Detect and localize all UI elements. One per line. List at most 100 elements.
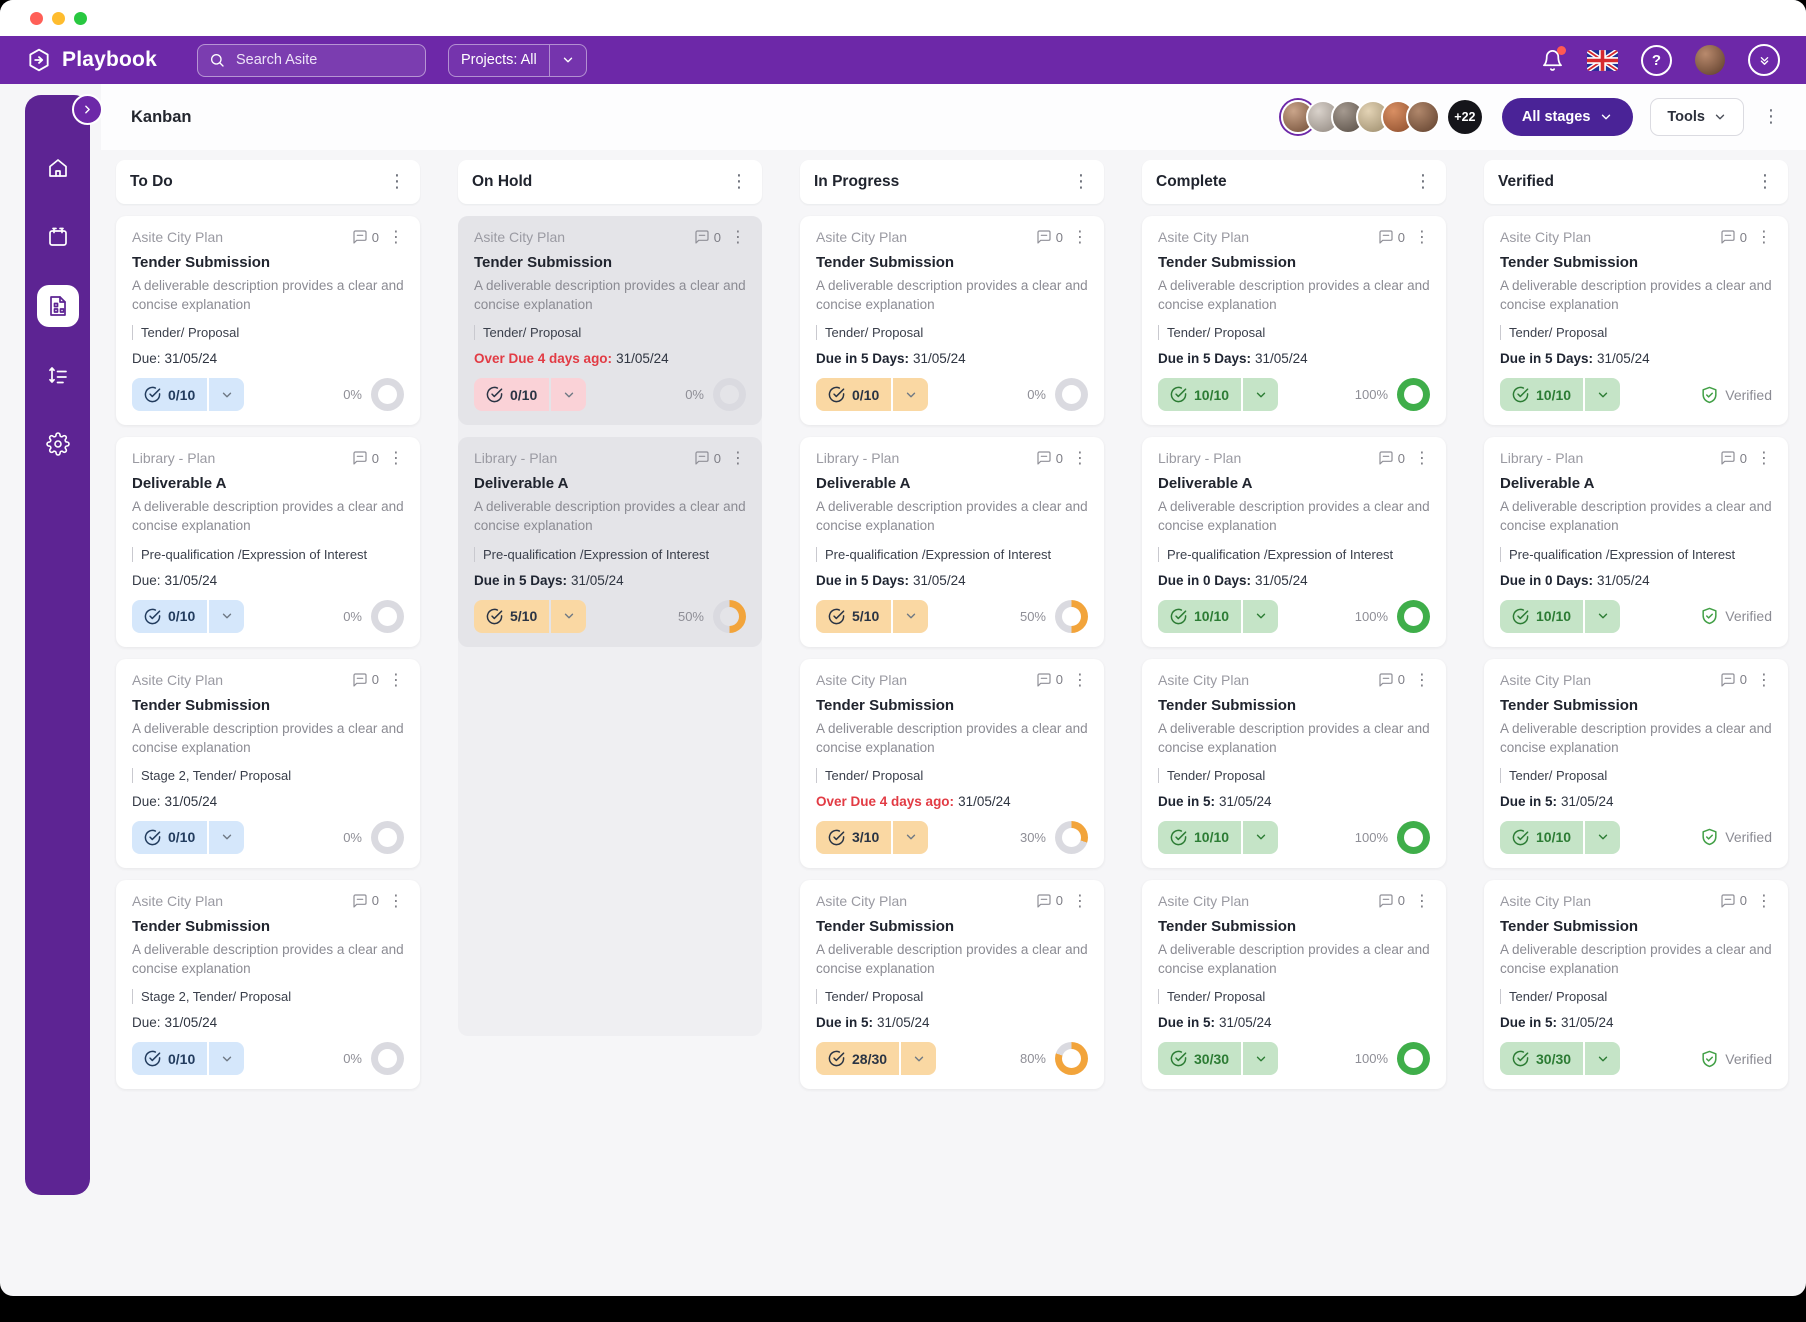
card-menu-button[interactable]: ⋮ — [1072, 892, 1088, 909]
progress-chip[interactable]: 0/10 — [132, 599, 245, 633]
comments-indicator[interactable]: 0 — [1036, 893, 1063, 909]
comments-indicator[interactable]: 0 — [1720, 450, 1747, 466]
card-menu-button[interactable]: ⋮ — [388, 892, 404, 909]
chip-caret-button[interactable] — [1585, 1042, 1621, 1076]
chip-caret-button[interactable] — [551, 378, 587, 412]
column-menu-button[interactable]: ⋮ — [1414, 173, 1432, 191]
kanban-card[interactable]: Asite City Plan 0 ⋮ Tender Submission A … — [116, 658, 420, 868]
column-menu-button[interactable]: ⋮ — [1756, 173, 1774, 191]
chip-caret-button[interactable] — [893, 599, 929, 633]
comments-indicator[interactable]: 0 — [694, 229, 721, 245]
projects-filter-dropdown[interactable]: Projects: All — [447, 43, 587, 77]
comments-indicator[interactable]: 0 — [694, 450, 721, 466]
chip-caret-button[interactable] — [209, 820, 245, 854]
card-menu-button[interactable]: ⋮ — [1756, 229, 1772, 245]
card-menu-button[interactable]: ⋮ — [1072, 229, 1088, 245]
comments-indicator[interactable]: 0 — [1720, 893, 1747, 909]
sidebar-item-tasklist[interactable] — [37, 354, 79, 396]
avatar-overflow-badge[interactable]: +22 — [1447, 100, 1482, 134]
kanban-card[interactable]: Asite City Plan 0 ⋮ Tender Submission A … — [1142, 879, 1446, 1090]
chip-caret-button[interactable] — [1243, 599, 1279, 633]
help-button[interactable]: ? — [1641, 44, 1672, 76]
card-menu-button[interactable]: ⋮ — [1414, 892, 1430, 909]
collapse-topbar-button[interactable] — [1748, 44, 1780, 76]
comments-indicator[interactable]: 0 — [1036, 672, 1063, 688]
chip-caret-button[interactable] — [209, 378, 245, 412]
sidebar-expand-button[interactable] — [72, 94, 103, 125]
sidebar-item-calendar[interactable] — [37, 216, 79, 258]
user-avatar[interactable] — [1695, 45, 1725, 75]
card-menu-button[interactable]: ⋮ — [1414, 450, 1430, 466]
kanban-card[interactable]: Library - Plan 0 ⋮ Deliverable A A deliv… — [116, 437, 420, 647]
comments-indicator[interactable]: 0 — [1378, 229, 1405, 245]
chip-caret-button[interactable] — [209, 599, 245, 633]
progress-chip[interactable]: 30/30 — [1500, 1042, 1621, 1076]
chip-caret-button[interactable] — [893, 820, 929, 854]
all-stages-dropdown[interactable]: All stages — [1501, 98, 1634, 136]
search-input[interactable] — [233, 51, 388, 69]
kanban-card[interactable]: Asite City Plan 0 ⋮ Tender Submission A … — [1484, 658, 1788, 868]
minimize-button[interactable] — [52, 11, 65, 25]
card-menu-button[interactable]: ⋮ — [388, 229, 404, 245]
kanban-card[interactable]: Library - Plan 0 ⋮ Deliverable A A deliv… — [1484, 437, 1788, 647]
card-menu-button[interactable]: ⋮ — [1756, 450, 1772, 466]
search-box[interactable] — [196, 43, 426, 77]
kanban-card[interactable]: Asite City Plan 0 ⋮ Tender Submission A … — [1484, 216, 1788, 426]
progress-chip[interactable]: 5/10 — [816, 599, 929, 633]
kanban-card[interactable]: Asite City Plan 0 ⋮ Tender Submission A … — [458, 216, 762, 426]
chip-caret-button[interactable] — [901, 1042, 937, 1076]
kanban-card[interactable]: Library - Plan 0 ⋮ Deliverable A A deliv… — [1142, 437, 1446, 647]
chip-caret-button[interactable] — [209, 1042, 245, 1076]
progress-chip[interactable]: 30/30 — [1158, 1042, 1279, 1076]
column-menu-button[interactable]: ⋮ — [1072, 173, 1090, 191]
progress-chip[interactable]: 10/10 — [1158, 820, 1279, 854]
chip-caret-button[interactable] — [1243, 1042, 1279, 1076]
card-menu-button[interactable]: ⋮ — [1072, 450, 1088, 466]
progress-chip[interactable]: 10/10 — [1500, 599, 1621, 633]
chip-caret-button[interactable] — [1585, 599, 1621, 633]
progress-chip[interactable]: 0/10 — [132, 1042, 245, 1076]
kanban-card[interactable]: Asite City Plan 0 ⋮ Tender Submission A … — [116, 216, 420, 426]
sidebar-item-settings[interactable] — [37, 423, 79, 465]
progress-chip[interactable]: 0/10 — [132, 820, 245, 854]
progress-chip[interactable]: 0/10 — [132, 378, 245, 412]
card-menu-button[interactable]: ⋮ — [1414, 671, 1430, 688]
comments-indicator[interactable]: 0 — [352, 893, 379, 909]
uk-flag-icon[interactable] — [1587, 49, 1618, 71]
card-menu-button[interactable]: ⋮ — [388, 450, 404, 466]
card-menu-button[interactable]: ⋮ — [1756, 671, 1772, 688]
comments-indicator[interactable]: 0 — [1378, 672, 1405, 688]
card-menu-button[interactable]: ⋮ — [730, 229, 746, 245]
kanban-card[interactable]: Library - Plan 0 ⋮ Deliverable A A deliv… — [800, 437, 1104, 647]
chip-caret-button[interactable] — [1585, 820, 1621, 854]
progress-chip[interactable]: 10/10 — [1500, 378, 1621, 412]
comments-indicator[interactable]: 0 — [1378, 893, 1405, 909]
kanban-card[interactable]: Asite City Plan 0 ⋮ Tender Submission A … — [1484, 879, 1788, 1090]
zoom-button[interactable] — [74, 11, 87, 25]
card-menu-button[interactable]: ⋮ — [1072, 671, 1088, 688]
progress-chip[interactable]: 10/10 — [1500, 820, 1621, 854]
progress-chip[interactable]: 0/10 — [474, 378, 587, 412]
kanban-card[interactable]: Library - Plan 0 ⋮ Deliverable A A deliv… — [458, 437, 762, 647]
column-menu-button[interactable]: ⋮ — [388, 173, 406, 191]
column-menu-button[interactable]: ⋮ — [730, 173, 748, 191]
card-menu-button[interactable]: ⋮ — [1414, 229, 1430, 245]
notifications-button[interactable] — [1541, 45, 1566, 72]
kanban-card[interactable]: Asite City Plan 0 ⋮ Tender Submission A … — [800, 879, 1104, 1090]
chip-caret-button[interactable] — [1243, 820, 1279, 854]
comments-indicator[interactable]: 0 — [1720, 229, 1747, 245]
progress-chip[interactable]: 5/10 — [474, 599, 587, 633]
chip-caret-button[interactable] — [893, 378, 929, 412]
close-button[interactable] — [30, 11, 43, 25]
avatar[interactable] — [1405, 100, 1440, 134]
comments-indicator[interactable]: 0 — [1036, 450, 1063, 466]
kanban-card[interactable]: Asite City Plan 0 ⋮ Tender Submission A … — [116, 879, 420, 1090]
card-menu-button[interactable]: ⋮ — [1756, 892, 1772, 909]
card-menu-button[interactable]: ⋮ — [730, 450, 746, 466]
kanban-card[interactable]: Asite City Plan 0 ⋮ Tender Submission A … — [800, 216, 1104, 426]
chip-caret-button[interactable] — [1243, 378, 1279, 412]
sidebar-item-kanban[interactable] — [36, 285, 79, 327]
comments-indicator[interactable]: 0 — [1720, 672, 1747, 688]
comments-indicator[interactable]: 0 — [1036, 229, 1063, 245]
progress-chip[interactable]: 3/10 — [816, 820, 929, 854]
